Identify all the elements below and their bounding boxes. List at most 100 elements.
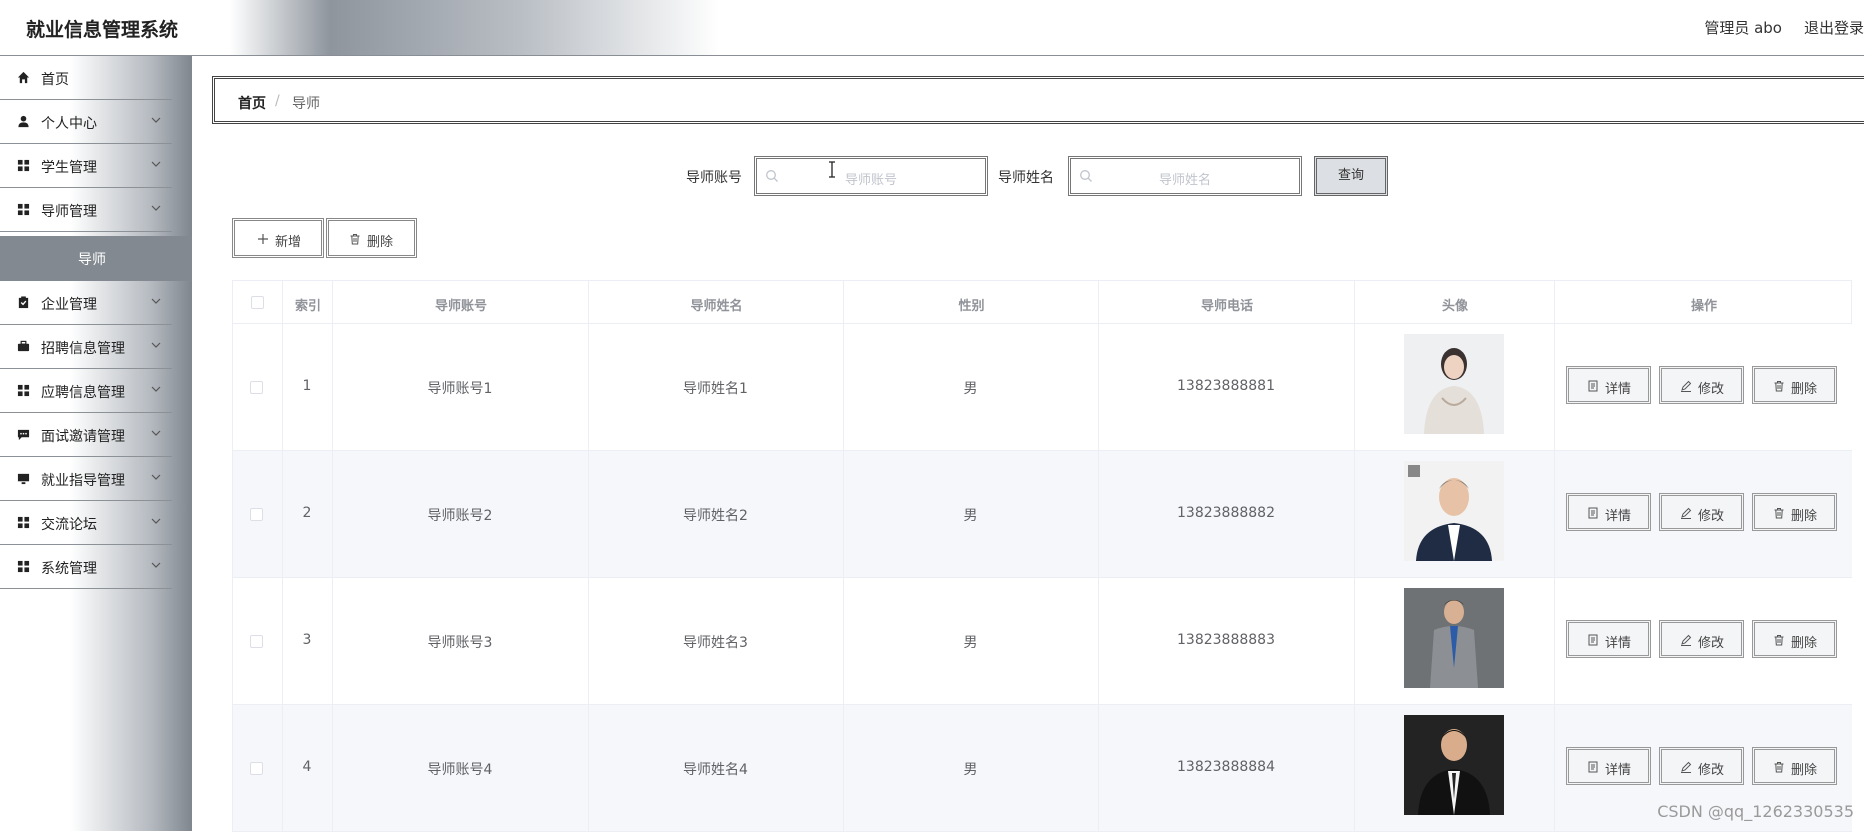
table-header: 索引 导师账号 导师姓名 性别 导师电话 头像 操作 (232, 280, 1852, 324)
sidebar-item-companies[interactable]: 企业管理 (0, 281, 172, 325)
document-icon (1588, 761, 1598, 773)
delete-label: 删除 (1791, 509, 1818, 524)
avatar[interactable] (1404, 461, 1504, 561)
edit-icon (1681, 507, 1692, 519)
delete-label: 删除 (1791, 763, 1818, 778)
detail-label: 详情 (1605, 636, 1632, 651)
sidebar-item-forum[interactable]: 交流论坛 (0, 501, 172, 545)
edit-label: 修改 (1698, 763, 1725, 778)
briefcase-icon (17, 340, 30, 352)
watermark: CSDN @qq_1262330535 (1657, 802, 1854, 821)
column-divider (1354, 280, 1355, 831)
sidebar-subitem-tutor[interactable]: 导师 (0, 236, 192, 281)
edit-button[interactable]: 修改 (1659, 366, 1744, 404)
trash-icon (1774, 635, 1784, 646)
column-divider (232, 280, 233, 831)
detail-button[interactable]: 详情 (1566, 747, 1651, 785)
sidebar-item-interviews[interactable]: 面试邀请管理 (0, 413, 172, 457)
detail-button[interactable]: 详情 (1566, 366, 1651, 404)
document-icon (1588, 380, 1598, 392)
cell-index: 2 (302, 505, 312, 521)
cell-gender: 男 (963, 381, 978, 397)
sidebar-subitem-label: 导师 (78, 252, 106, 268)
cell-account: 导师账号2 (427, 508, 493, 524)
sidebar-item-label: 导师管理 (41, 204, 97, 220)
detail-label: 详情 (1605, 382, 1632, 397)
cell-phone: 13823888884 (1177, 759, 1275, 775)
sidebar-item-guidance[interactable]: 就业指导管理 (0, 457, 172, 501)
account-search-placeholder: 导师账号 (844, 173, 897, 188)
breadcrumb-home[interactable]: 首页 (238, 93, 266, 113)
cell-account: 导师账号1 (427, 381, 493, 397)
column-divider (843, 280, 844, 831)
name-search-placeholder: 导师姓名 (1158, 173, 1211, 188)
chevron-down-icon (151, 430, 161, 436)
cell-name: 导师姓名4 (683, 762, 748, 778)
avatar[interactable] (1404, 588, 1504, 688)
sidebar-item-label: 交流论坛 (41, 517, 97, 533)
cell-phone: 13823888883 (1177, 632, 1275, 648)
sidebar-item-home[interactable]: 首页 (0, 56, 172, 100)
row-checkbox[interactable] (250, 508, 263, 521)
sidebar-item-recruitment[interactable]: 招聘信息管理 (0, 325, 172, 369)
cell-index: 3 (302, 632, 312, 648)
sidebar-item-label: 企业管理 (41, 297, 97, 313)
cell-account: 导师账号4 (427, 762, 493, 778)
delete-button[interactable]: 删除 (1752, 747, 1837, 785)
edit-label: 修改 (1698, 382, 1725, 397)
add-button[interactable]: 新增 (232, 218, 324, 258)
sidebar-item-system[interactable]: 系统管理 (0, 545, 172, 589)
cell-phone: 13823888881 (1177, 378, 1275, 394)
avatar[interactable] (1404, 334, 1504, 434)
delete-button[interactable]: 删除 (1752, 366, 1837, 404)
row-checkbox[interactable] (250, 762, 263, 775)
cell-gender: 男 (963, 508, 978, 524)
chevron-down-icon (151, 518, 161, 524)
sidebar-item-profile[interactable]: 个人中心 (0, 100, 172, 144)
cell-name: 导师姓名2 (683, 508, 748, 524)
edit-button[interactable]: 修改 (1659, 747, 1744, 785)
sidebar: 首页 个人中心 学生管理 导师管理 导师 企业管理 招聘信息管理 应聘信息管理 … (0, 56, 192, 831)
sidebar-item-label: 首页 (41, 72, 69, 88)
table-row: 4 导师账号4 导师姓名4 男 13823888884 详情 修改 删除 (232, 705, 1852, 832)
sidebar-item-students[interactable]: 学生管理 (0, 144, 172, 188)
text-cursor-icon (829, 161, 835, 178)
edit-button[interactable]: 修改 (1659, 620, 1744, 658)
account-search-input[interactable]: 导师账号 (754, 156, 988, 196)
detail-button[interactable]: 详情 (1566, 620, 1651, 658)
column-divider (1098, 280, 1099, 831)
user-icon (18, 115, 29, 128)
logout-link[interactable]: 退出登录 (1804, 17, 1864, 38)
grid-icon (17, 560, 30, 573)
delete-button[interactable]: 删除 (1752, 620, 1837, 658)
sidebar-item-applications[interactable]: 应聘信息管理 (0, 369, 172, 413)
delete-button[interactable]: 删除 (1752, 493, 1837, 531)
name-filter-label: 导师姓名 (998, 170, 1054, 186)
edit-icon (1681, 634, 1692, 646)
name-search-input[interactable]: 导师姓名 (1068, 156, 1302, 196)
sidebar-item-tutors[interactable]: 导师管理 (0, 188, 172, 232)
sidebar-item-label: 系统管理 (41, 561, 97, 577)
edit-label: 修改 (1698, 636, 1725, 651)
sidebar-item-label: 个人中心 (41, 116, 97, 132)
delete-label: 删除 (1791, 636, 1818, 651)
document-icon (1588, 507, 1598, 519)
sidebar-item-label: 应聘信息管理 (41, 385, 125, 401)
header-actions: 操作 (1690, 299, 1717, 314)
avatar[interactable] (1404, 715, 1504, 815)
row-checkbox[interactable] (250, 635, 263, 648)
column-divider (282, 280, 283, 831)
chevron-down-icon (151, 562, 161, 568)
cell-index: 4 (302, 759, 312, 775)
monitor-icon (17, 473, 30, 485)
bulk-delete-button[interactable]: 删除 (326, 218, 417, 258)
home-icon (17, 71, 30, 84)
query-button[interactable]: 查询 (1314, 156, 1388, 196)
row-checkbox[interactable] (250, 381, 263, 394)
select-all-checkbox[interactable] (251, 296, 264, 309)
cell-phone: 13823888882 (1177, 505, 1275, 521)
edit-button[interactable]: 修改 (1659, 493, 1744, 531)
delete-label: 删除 (1791, 382, 1818, 397)
document-icon (1588, 634, 1598, 646)
detail-button[interactable]: 详情 (1566, 493, 1651, 531)
